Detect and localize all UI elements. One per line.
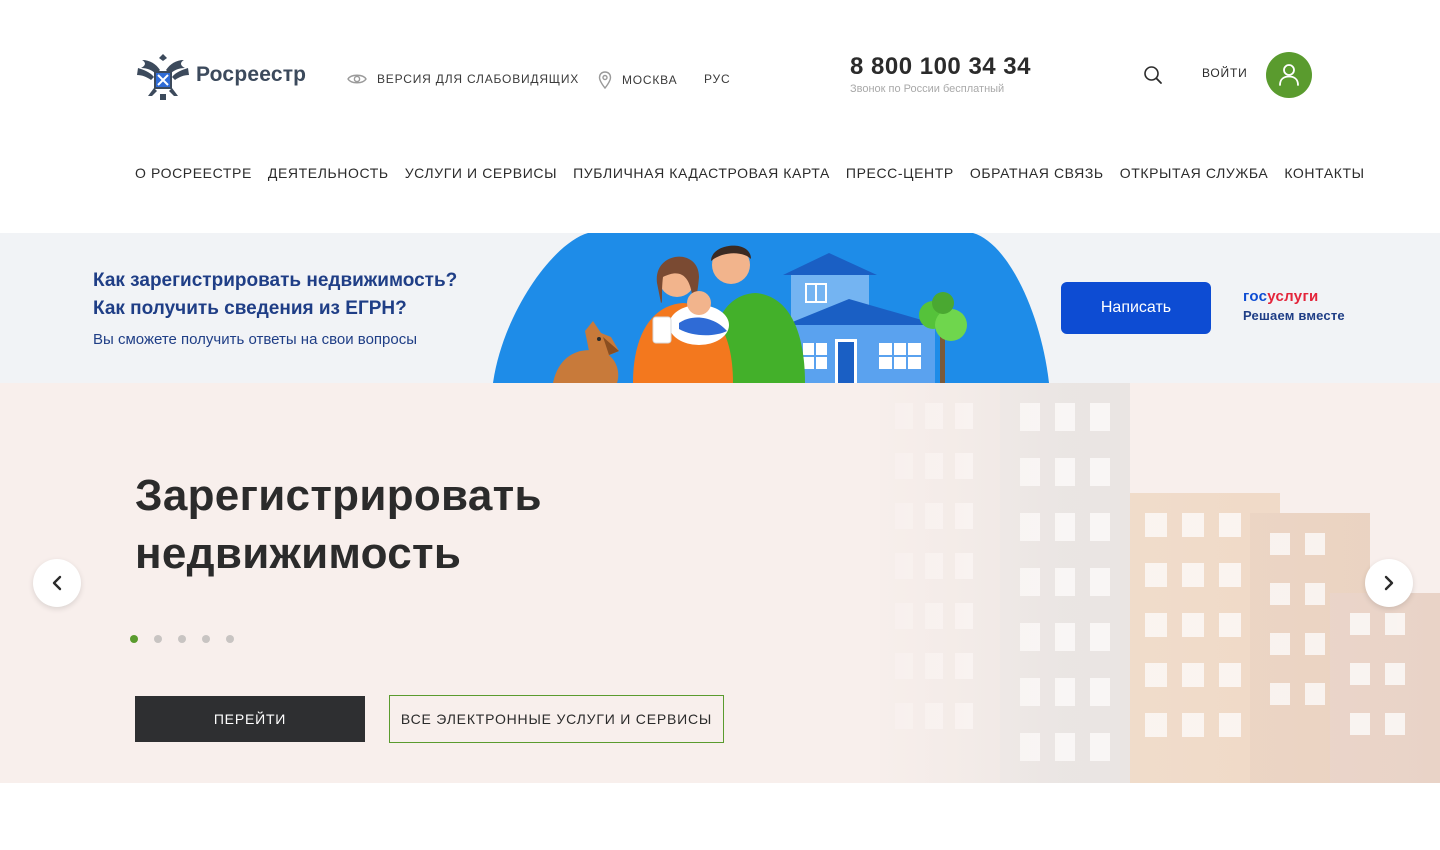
- gosuslugi-brand: госуслуги: [1243, 288, 1319, 305]
- slider-pagination: [130, 635, 234, 643]
- double-headed-eagle-icon: [137, 54, 189, 100]
- search-icon: [1144, 66, 1162, 84]
- all-services-button[interactable]: ВСЕ ЭЛЕКТРОННЫЕ УСЛУГИ И СЕРВИСЫ: [389, 695, 724, 743]
- slider-dot-3[interactable]: [178, 635, 186, 643]
- promo-title-line-2: Как получить сведения из ЕГРН?: [93, 298, 407, 319]
- region-selector[interactable]: МОСКВА: [598, 71, 677, 89]
- hero-title-line-1: Зарегистрировать: [135, 471, 542, 520]
- gosuslugi-promo-banner[interactable]: Как зарегистрировать недвижимость? Как п…: [0, 233, 1440, 383]
- logo-text: Росреестр: [196, 63, 307, 86]
- gosuslugi-logo[interactable]: госуслуги Решаем вместе: [1243, 288, 1345, 323]
- slider-dot-5[interactable]: [226, 635, 234, 643]
- nav-item-contacts[interactable]: КОНТАКТЫ: [1284, 165, 1364, 181]
- nav-item-activity[interactable]: ДЕЯТЕЛЬНОСТЬ: [268, 165, 389, 181]
- nav-item-open-service[interactable]: ОТКРЫТАЯ СЛУЖБА: [1120, 165, 1269, 181]
- go-button[interactable]: ПЕРЕЙТИ: [135, 696, 365, 742]
- slider-dot-4[interactable]: [202, 635, 210, 643]
- accessibility-label: ВЕРСИЯ ДЛЯ СЛАБОВИДЯЩИХ: [377, 72, 580, 86]
- promo-subtitle: Вы сможете получить ответы на свои вопро…: [93, 331, 418, 348]
- language-selector[interactable]: РУС: [704, 72, 730, 86]
- slider-dot-2[interactable]: [154, 635, 162, 643]
- hotline: 8 800 100 34 34 Звонок по России бесплат…: [850, 53, 1031, 95]
- eye-icon: [347, 72, 367, 86]
- language-label: РУС: [704, 72, 731, 86]
- logo[interactable]: Росреестр: [134, 44, 314, 106]
- hero-slider: Зарегистрировать недвижимость ПЕРЕЙТИ ВС…: [0, 383, 1440, 783]
- hero-title: Зарегистрировать недвижимость: [135, 467, 542, 583]
- phone-note: Звонок по России бесплатный: [850, 83, 1005, 95]
- gosuslugi-tagline: Решаем вместе: [1243, 308, 1345, 323]
- buildings-background-image: [860, 383, 1440, 783]
- slider-prev-button[interactable]: [33, 559, 81, 607]
- region-label: МОСКВА: [622, 73, 678, 87]
- nav-item-press-center[interactable]: ПРЕСС-ЦЕНТР: [846, 165, 954, 181]
- nav-item-feedback[interactable]: ОБРАТНАЯ СВЯЗЬ: [970, 165, 1104, 181]
- user-icon: [1279, 64, 1299, 86]
- nav-item-cadastral-map[interactable]: ПУБЛИЧНАЯ КАДАСТРОВАЯ КАРТА: [573, 165, 830, 181]
- search-button[interactable]: [1142, 64, 1164, 86]
- main-nav: О РОСРЕЕСТРЕ ДЕЯТЕЛЬНОСТЬ УСЛУГИ И СЕРВИ…: [135, 165, 1365, 181]
- site-header: Росреестр ВЕРСИЯ ДЛЯ СЛАБОВИДЯЩИХ МОСКВА…: [0, 0, 1440, 150]
- family-house-illustration: [493, 233, 1049, 383]
- login-link[interactable]: ВОЙТИ: [1202, 66, 1248, 80]
- login-button[interactable]: [1266, 52, 1312, 98]
- phone-number[interactable]: 8 800 100 34 34: [850, 53, 1031, 81]
- promo-title: Как зарегистрировать недвижимость? Как п…: [93, 267, 457, 323]
- hero-title-line-2: недвижимость: [135, 529, 462, 578]
- slider-next-button[interactable]: [1365, 559, 1413, 607]
- nav-item-about[interactable]: О РОСРЕЕСТРЕ: [135, 165, 252, 181]
- accessibility-version-link[interactable]: ВЕРСИЯ ДЛЯ СЛАБОВИДЯЩИХ: [347, 72, 579, 86]
- nav-item-services[interactable]: УСЛУГИ И СЕРВИСЫ: [405, 165, 557, 181]
- chevron-left-icon: [52, 575, 62, 591]
- slider-dot-1[interactable]: [130, 635, 138, 643]
- write-button[interactable]: Написать: [1061, 282, 1211, 334]
- promo-title-line-1: Как зарегистрировать недвижимость?: [93, 270, 458, 291]
- chevron-right-icon: [1384, 575, 1394, 591]
- location-pin-icon: [598, 71, 612, 89]
